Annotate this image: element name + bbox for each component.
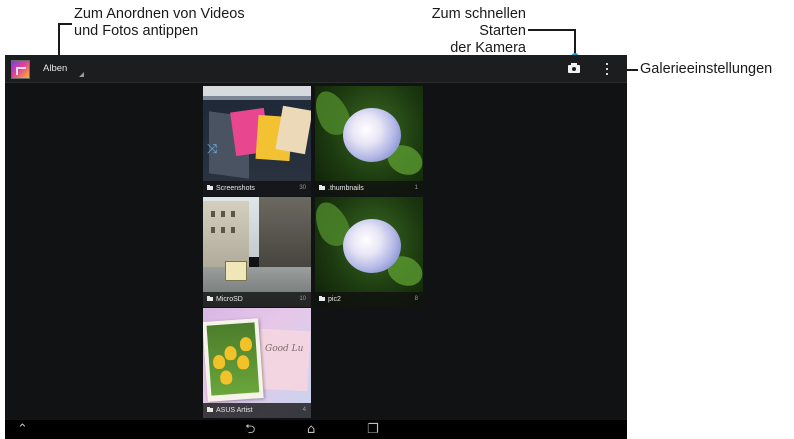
expand-up-icon[interactable]: ⌃ xyxy=(17,422,28,437)
album-view-dropdown[interactable]: Alben xyxy=(35,55,87,82)
callout-camera-connector-h xyxy=(528,29,575,31)
callout-arrange-line1: Zum Anordnen von Videos xyxy=(74,6,245,22)
back-icon[interactable]: ⮌ xyxy=(245,422,255,437)
album-caption: .thumbnails 1 xyxy=(315,181,423,196)
callout-settings-text: Galerieeinstellungen xyxy=(640,61,773,77)
album-name: .thumbnails xyxy=(328,185,364,192)
album-tile-asus-artist[interactable]: Good Lu ASUS Artist 4 xyxy=(203,308,311,418)
album-caption: Screenshots 30 xyxy=(203,181,311,196)
folder-icon xyxy=(319,185,325,190)
callout-arrange-line2: und Fotos antippen xyxy=(74,23,199,39)
album-name: pic2 xyxy=(328,296,341,303)
album-thumbnail: Good Lu xyxy=(203,308,311,418)
album-thumbnail xyxy=(203,197,311,307)
callout-camera-connector-v xyxy=(574,29,576,55)
album-count: 1 xyxy=(414,185,418,191)
album-name: MicroSD xyxy=(216,296,243,303)
home-icon[interactable]: ⌂ xyxy=(307,422,315,437)
album-tile-screenshots[interactable]: ⤨ Screenshots 30 xyxy=(203,86,311,196)
album-thumbnail xyxy=(315,86,423,196)
album-thumbnail xyxy=(315,197,423,307)
recent-apps-icon[interactable]: ❐ xyxy=(367,422,379,437)
gallery-screen: Alben ⤨ Screenshots 30 .thumbnails 1 Mic… xyxy=(5,55,627,439)
system-nav-bar: ⌃ ⮌ ⌂ ❐ xyxy=(5,420,627,439)
folder-icon xyxy=(207,185,213,190)
album-thumbnail: ⤨ xyxy=(203,86,311,196)
album-dropdown-label: Alben xyxy=(43,63,68,74)
callout-arrange-connector-h xyxy=(59,23,72,25)
camera-button[interactable] xyxy=(567,61,583,76)
album-caption: pic2 8 xyxy=(315,292,423,307)
album-name: Screenshots xyxy=(216,185,255,192)
album-count: 30 xyxy=(299,185,306,191)
artwork-text: Good Lu xyxy=(265,344,304,354)
callout-arrange-albums: Zum Anordnen von Videos und Fotos antipp… xyxy=(74,6,294,40)
dropdown-corner-icon xyxy=(79,72,84,77)
album-caption: ASUS Artist 4 xyxy=(203,403,311,418)
album-name: ASUS Artist xyxy=(216,407,253,414)
gallery-settings-button[interactable] xyxy=(601,61,613,77)
gallery-app-icon[interactable] xyxy=(11,60,30,79)
folder-icon xyxy=(319,296,325,301)
album-caption: MicroSD 10 xyxy=(203,292,311,307)
album-count: 8 xyxy=(414,296,418,302)
action-bar: Alben xyxy=(5,55,627,83)
album-tile-thumbnails[interactable]: .thumbnails 1 xyxy=(315,86,423,196)
callout-gallery-settings: Galerieeinstellungen xyxy=(640,61,772,78)
album-count: 10 xyxy=(299,296,306,302)
folder-icon xyxy=(207,407,213,412)
callout-camera-line1: Zum schnellen Starten xyxy=(431,6,526,39)
album-tile-pic2[interactable]: pic2 8 xyxy=(315,197,423,307)
album-count: 4 xyxy=(302,407,306,413)
folder-icon xyxy=(207,296,213,301)
album-tile-microsd[interactable]: MicroSD 10 xyxy=(203,197,311,307)
